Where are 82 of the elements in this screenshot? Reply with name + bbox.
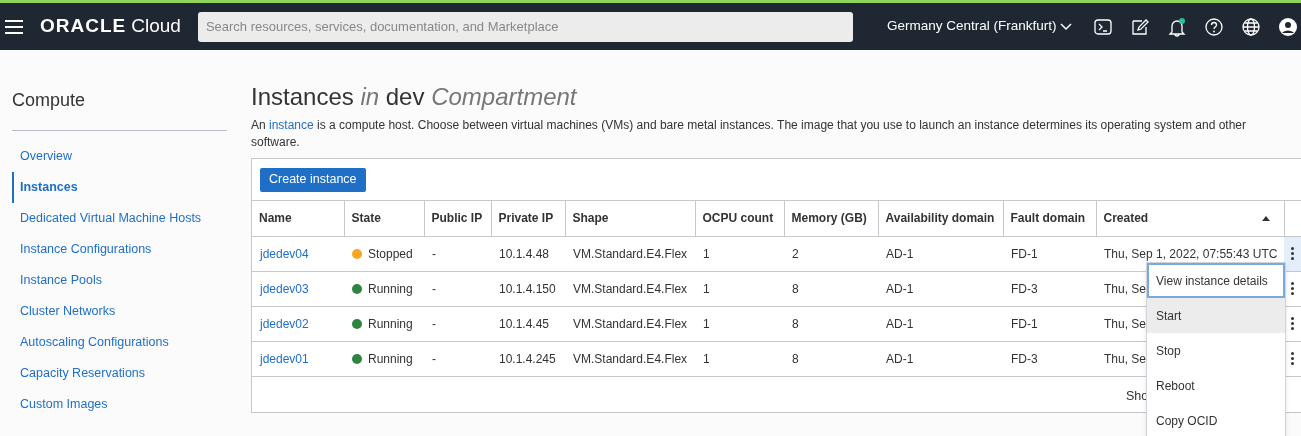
table-cell: 2	[792, 246, 799, 261]
page-title: Instances in dev Compartment	[251, 82, 578, 112]
status-text: Running	[368, 350, 413, 368]
table-cell: FD-3	[1011, 351, 1038, 366]
column-header[interactable]: Availability domain	[885, 211, 995, 226]
instance-name-link[interactable]: jdedev01	[260, 351, 309, 366]
instance-link[interactable]: instance	[269, 118, 314, 132]
table-cell: 8	[792, 281, 799, 296]
instance-name-link[interactable]: jdedev02	[260, 316, 309, 331]
sidebar-item[interactable]: Instance Configurations	[12, 234, 230, 265]
column-header[interactable]: Created	[1103, 211, 1149, 226]
sidebar-item[interactable]: Overview	[12, 141, 230, 172]
product-name: Cloud	[131, 14, 181, 39]
table-cell: -	[432, 316, 436, 331]
table-cell: VM.Standard.E4.Flex	[573, 246, 688, 261]
table-cell: AD-1	[886, 281, 914, 296]
menu-item[interactable]: Reboot	[1147, 368, 1285, 403]
table-cell: -	[432, 281, 436, 296]
page-description: An instance is a compute host. Choose between virtual machines (VMs) and bare metal instances. The image that you use to launch an instance determines its operating system and other software.	[251, 117, 1247, 151]
menu-item[interactable]: Copy OCID	[1147, 403, 1285, 436]
column-header[interactable]: Name	[259, 211, 292, 226]
menu-item[interactable]: Start	[1147, 298, 1285, 333]
avatar-icon[interactable]	[1278, 16, 1299, 37]
table-cell: 10.1.4.245	[499, 351, 556, 366]
table-cell: -	[432, 351, 436, 366]
search-field[interactable]: Search resources, services, documentation, and Marketplace	[197, 11, 853, 42]
table-cell: Thu, Se	[1104, 281, 1147, 296]
sidebar-item[interactable]: Instances	[12, 172, 230, 203]
sidebar-item[interactable]: Instance Pools	[12, 265, 230, 296]
table-cell: VM.Standard.E4.Flex	[573, 316, 688, 331]
sidebar-title: Compute	[12, 87, 227, 131]
menu-item[interactable]: View instance details	[1147, 263, 1285, 298]
status-text: Running	[368, 280, 413, 298]
table-cell: Thu, Se	[1104, 316, 1147, 331]
menu-icon[interactable]	[5, 19, 23, 34]
table-cell: VM.Standard.E4.Flex	[573, 281, 688, 296]
globe-icon[interactable]	[1241, 16, 1262, 37]
table-cell: AD-1	[886, 351, 914, 366]
table-cell: 1	[703, 316, 710, 331]
sidebar-item[interactable]: Autoscaling Configurations	[12, 327, 230, 358]
table-cell: AD-1	[886, 316, 914, 331]
table-cell: 8	[792, 351, 799, 366]
sort-icon[interactable]	[1261, 216, 1270, 221]
instance-name-link[interactable]: jdedev04	[260, 246, 309, 261]
terminal-icon[interactable]	[1093, 16, 1114, 37]
instance-name-link[interactable]: jdedev03	[260, 281, 309, 296]
table-cell: 1	[703, 246, 710, 261]
column-header[interactable]: OCPU count	[702, 211, 774, 226]
column-header[interactable]: Private IP	[498, 211, 554, 226]
status-text: Running	[368, 315, 413, 333]
table-cell: 1	[703, 281, 710, 296]
table-cell: 8	[792, 316, 799, 331]
region-selector[interactable]: Germany Central (Frankfurt)	[886, 16, 1073, 37]
more-actions-icon[interactable]	[1284, 236, 1301, 271]
table-cell: 10.1.4.48	[499, 246, 550, 261]
table-cell: FD-3	[1011, 281, 1038, 296]
sidebar-item[interactable]: Capacity Reservations	[12, 358, 230, 389]
sidebar-item[interactable]: Custom Images	[12, 389, 230, 420]
bell-icon[interactable]	[1167, 16, 1188, 37]
caret-icon[interactable]	[1060, 22, 1073, 31]
table-cell: Thu, Sep 1, 2022, 07:55:43 UTC	[1104, 246, 1278, 261]
table-cell: VM.Standard.E4.Flex	[573, 351, 688, 366]
sidebar-item[interactable]: Cluster Networks	[12, 296, 230, 327]
menu-item[interactable]: Stop	[1147, 333, 1285, 368]
create-instance-button[interactable]: Create instance	[260, 167, 366, 192]
table-cell: 10.1.4.150	[499, 281, 556, 296]
help-icon[interactable]	[1204, 16, 1225, 37]
table-cell: -	[432, 246, 436, 261]
table-cell: 1	[703, 351, 710, 366]
column-header[interactable]: Fault domain	[1010, 211, 1086, 226]
sidebar-item[interactable]: Dedicated Virtual Machine Hosts	[12, 203, 230, 234]
table-cell: FD-1	[1011, 316, 1038, 331]
column-header[interactable]: Memory (GB)	[791, 211, 867, 226]
brand-logo[interactable]: ORACLE	[40, 12, 127, 41]
table-cell: AD-1	[886, 246, 914, 261]
column-header[interactable]: Public IP	[431, 211, 483, 226]
table-cell: Thu, Se	[1104, 351, 1147, 366]
column-header[interactable]: State	[351, 211, 381, 226]
status-text: Stopped	[368, 245, 413, 263]
column-header[interactable]: Shape	[572, 211, 609, 226]
table-cell: FD-1	[1011, 246, 1038, 261]
table-cell: 10.1.4.45	[499, 316, 550, 331]
